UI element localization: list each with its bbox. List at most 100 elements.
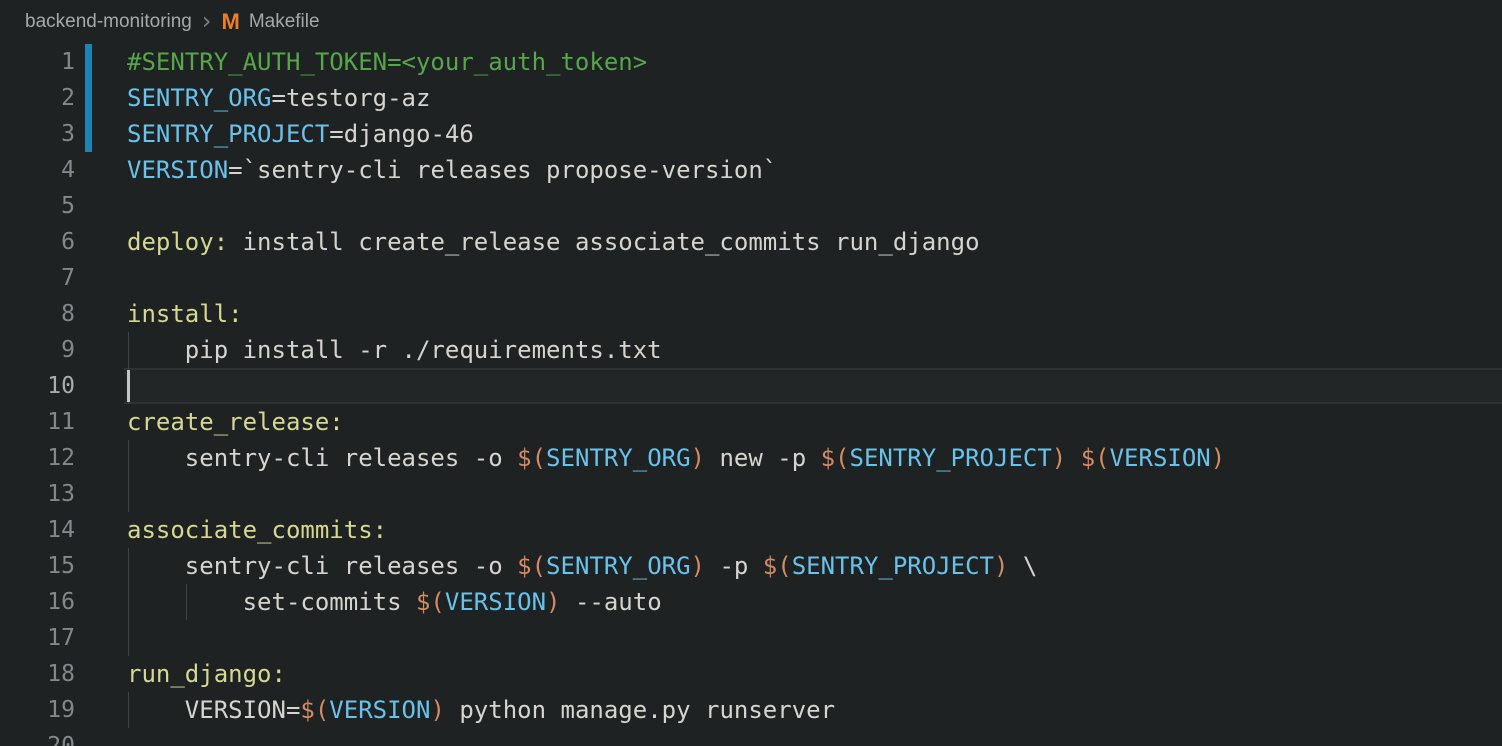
code-token-text: VERSION= bbox=[127, 696, 300, 724]
code-token-punct: ) bbox=[691, 552, 705, 580]
code-line-text: set-commits $(VERSION) --auto bbox=[127, 584, 662, 620]
code-token-text: =`sentry-cli releases propose-version` bbox=[228, 156, 777, 184]
code-token-text: \ bbox=[1008, 552, 1037, 580]
code-line[interactable]: 8 install: bbox=[0, 296, 1502, 332]
code-token-text: --auto bbox=[561, 588, 662, 616]
line-number[interactable]: 2 bbox=[0, 80, 75, 116]
code-token-punct: ) bbox=[1211, 444, 1225, 472]
code-token-text: set-commits bbox=[127, 588, 416, 616]
line-number[interactable]: 19 bbox=[0, 692, 75, 728]
makefile-icon: M bbox=[221, 9, 239, 35]
code-token-punct: $( bbox=[821, 444, 850, 472]
code-token-target: install: bbox=[127, 300, 243, 328]
code-token-punct: ) bbox=[546, 588, 560, 616]
code-token-punct: $( bbox=[763, 552, 792, 580]
code-line-text: associate_commits: bbox=[127, 512, 387, 548]
text-cursor bbox=[127, 370, 130, 402]
code-token-target: run_django: bbox=[127, 660, 286, 688]
line-number[interactable]: 6 bbox=[0, 224, 75, 260]
code-token-text: install create_release associate_commits… bbox=[228, 228, 979, 256]
code-line[interactable]: 20 bbox=[0, 728, 1502, 746]
chevron-right-icon: › bbox=[202, 9, 212, 33]
line-number[interactable]: 8 bbox=[0, 296, 75, 332]
code-token-punct: $( bbox=[517, 444, 546, 472]
line-number[interactable]: 1 bbox=[0, 44, 75, 80]
code-token-text: new -p bbox=[705, 444, 821, 472]
code-line[interactable]: 2 SENTRY_ORG=testorg-az bbox=[0, 80, 1502, 116]
code-line-text: install: bbox=[127, 296, 243, 332]
code-token-target: associate_commits: bbox=[127, 516, 387, 544]
code-line[interactable]: 10 bbox=[0, 368, 1502, 404]
code-line[interactable]: 12 sentry-cli releases -o $(SENTRY_ORG) … bbox=[0, 440, 1502, 476]
line-number[interactable]: 14 bbox=[0, 512, 75, 548]
code-token-var: VERSION bbox=[1110, 444, 1211, 472]
code-line[interactable]: 19 VERSION=$(VERSION) python manage.py r… bbox=[0, 692, 1502, 728]
line-number[interactable]: 4 bbox=[0, 152, 75, 188]
code-token-var: SENTRY_ORG bbox=[127, 84, 272, 112]
code-token-punct: $( bbox=[517, 552, 546, 580]
code-line[interactable]: 7 bbox=[0, 260, 1502, 296]
line-number[interactable]: 9 bbox=[0, 332, 75, 368]
code-token-text: pip install -r ./requirements.txt bbox=[127, 336, 662, 364]
code-token-punct: ) bbox=[430, 696, 444, 724]
code-token-var: SENTRY_PROJECT bbox=[850, 444, 1052, 472]
code-token-punct: ) bbox=[1052, 444, 1066, 472]
code-token-var: VERSION bbox=[445, 588, 546, 616]
code-line[interactable]: 5 bbox=[0, 188, 1502, 224]
line-number[interactable]: 11 bbox=[0, 404, 75, 440]
current-line-highlight bbox=[124, 368, 1502, 404]
code-line[interactable]: 3 SENTRY_PROJECT=django-46 bbox=[0, 116, 1502, 152]
code-token-punct: $( bbox=[1081, 444, 1110, 472]
code-token-text bbox=[1066, 444, 1080, 472]
code-token-text: sentry-cli releases -o bbox=[127, 444, 517, 472]
breadcrumb: backend-monitoring › M Makefile bbox=[0, 0, 1502, 44]
code-line[interactable]: 18 run_django: bbox=[0, 656, 1502, 692]
code-token-text: -p bbox=[705, 552, 763, 580]
code-token-text: python manage.py runserver bbox=[445, 696, 835, 724]
code-line-text: run_django: bbox=[127, 656, 286, 692]
code-token-punct: $( bbox=[416, 588, 445, 616]
breadcrumb-item-file[interactable]: Makefile bbox=[249, 11, 320, 33]
code-line-text: SENTRY_ORG=testorg-az bbox=[127, 80, 430, 116]
code-token-var: SENTRY_PROJECT bbox=[792, 552, 994, 580]
code-line[interactable]: 14 associate_commits: bbox=[0, 512, 1502, 548]
code-line[interactable]: 4 VERSION=`sentry-cli releases propose-ve… bbox=[0, 152, 1502, 188]
line-number[interactable]: 20 bbox=[0, 728, 75, 746]
code-token-target: create_release: bbox=[127, 408, 344, 436]
code-line[interactable]: 6 deploy: install create_release associat… bbox=[0, 224, 1502, 260]
line-number[interactable]: 16 bbox=[0, 584, 75, 620]
line-number[interactable]: 5 bbox=[0, 188, 75, 224]
line-number[interactable]: 18 bbox=[0, 656, 75, 692]
line-number[interactable]: 13 bbox=[0, 476, 75, 512]
code-line-text: SENTRY_PROJECT=django-46 bbox=[127, 116, 474, 152]
code-token-punct: $( bbox=[300, 696, 329, 724]
code-line[interactable]: 1 #SENTRY_AUTH_TOKEN=<your_auth_token> bbox=[0, 44, 1502, 80]
code-token-var: SENTRY_ORG bbox=[546, 444, 691, 472]
code-line-text: #SENTRY_AUTH_TOKEN=<your_auth_token> bbox=[127, 44, 647, 80]
code-line[interactable]: 15 sentry-cli releases -o $(SENTRY_ORG) … bbox=[0, 548, 1502, 584]
code-line[interactable]: 17 bbox=[0, 620, 1502, 656]
breadcrumb-item-folder[interactable]: backend-monitoring bbox=[25, 11, 192, 33]
code-token-punct: ) bbox=[994, 552, 1008, 580]
line-number[interactable]: 10 bbox=[0, 368, 75, 404]
code-line-text: pip install -r ./requirements.txt bbox=[127, 332, 662, 368]
line-number[interactable]: 3 bbox=[0, 116, 75, 152]
code-line[interactable]: 9 pip install -r ./requirements.txt bbox=[0, 332, 1502, 368]
code-line-text: deploy: install create_release associate… bbox=[127, 224, 980, 260]
line-number[interactable]: 15 bbox=[0, 548, 75, 584]
indent-guide-line bbox=[128, 476, 129, 512]
code-line-text: VERSION=$(VERSION) python manage.py runs… bbox=[127, 692, 835, 728]
code-area[interactable]: 1 #SENTRY_AUTH_TOKEN=<your_auth_token> 2 SE… bbox=[0, 44, 1502, 746]
code-token-var: VERSION bbox=[127, 156, 228, 184]
code-line-text: sentry-cli releases -o $(SENTRY_ORG) new… bbox=[127, 440, 1225, 476]
code-line[interactable]: 11 create_release: bbox=[0, 404, 1502, 440]
line-number[interactable]: 17 bbox=[0, 620, 75, 656]
line-number[interactable]: 7 bbox=[0, 260, 75, 296]
code-line[interactable]: 13 bbox=[0, 476, 1502, 512]
code-line-text: sentry-cli releases -o $(SENTRY_ORG) -p … bbox=[127, 548, 1037, 584]
code-token-target: deploy: bbox=[127, 228, 228, 256]
code-token-punct: ) bbox=[691, 444, 705, 472]
code-line[interactable]: 16 set-commits $(VERSION) --auto bbox=[0, 584, 1502, 620]
code-editor-window: backend-monitoring › M Makefile 1 #SENTRY… bbox=[0, 0, 1502, 746]
line-number[interactable]: 12 bbox=[0, 440, 75, 476]
